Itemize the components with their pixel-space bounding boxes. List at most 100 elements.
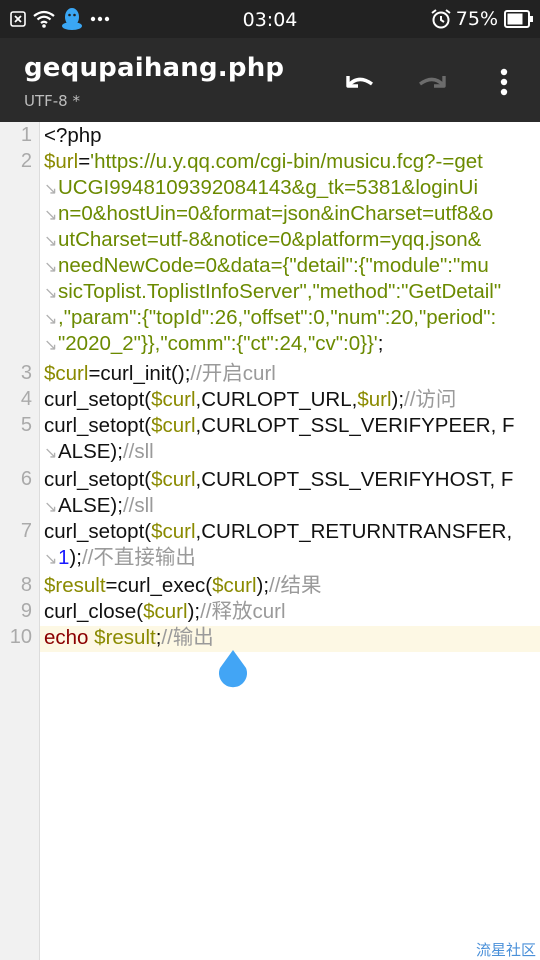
- code-text: curl_close(: [44, 600, 144, 623]
- variable: $curl: [212, 574, 257, 597]
- wrap-indicator-icon: ↘: [44, 499, 58, 516]
- variable: $curl: [151, 388, 196, 411]
- wrap-indicator-icon: ↘: [44, 445, 58, 462]
- line-number: 3: [20, 362, 32, 384]
- variable: $curl: [44, 362, 89, 385]
- variable: $result: [44, 574, 106, 597]
- alarm-icon: [431, 9, 451, 29]
- undo-icon[interactable]: [340, 62, 380, 102]
- watermark: 流星社区: [475, 941, 536, 959]
- line-number: 1: [20, 124, 32, 146]
- string-literal: ,"param":{"topId":26,"offset":0,"num":20…: [58, 306, 497, 329]
- code-line-2-wrap: ↘needNewCode=0&data={"detail":{"module":…: [44, 253, 489, 279]
- code-line-2-wrap: ↘"2020_2"}},"comm":{"ct":24,"cv":0}}';: [44, 331, 383, 357]
- keyword: echo: [44, 626, 89, 649]
- line-number: 2: [20, 150, 32, 172]
- comment: //sll: [122, 440, 154, 463]
- code-text: curl_setopt(: [44, 414, 152, 437]
- variable: $curl: [143, 600, 188, 623]
- code-line-2-wrap: ↘utCharset=utf-8&notice=0&platform=yqq.j…: [44, 227, 481, 253]
- code-text: curl_setopt(: [44, 388, 152, 411]
- variable: $curl: [151, 414, 196, 437]
- line-number: 7: [20, 520, 32, 542]
- code-text: ,CURLOPT_SSL_VERIFYPEER, F: [195, 414, 515, 437]
- wrap-indicator-icon: ↘: [44, 285, 58, 302]
- comment: //访问: [404, 388, 457, 411]
- string-literal: needNewCode=0&data={"detail":{"module":"…: [58, 254, 489, 277]
- code-text: ALSE);: [58, 440, 123, 463]
- wrap-indicator-icon: ↘: [44, 551, 58, 568]
- comment: //释放curl: [200, 600, 286, 623]
- code-line-10: echo $result;//输出: [44, 625, 214, 651]
- code-line-7-wrap: ↘1);//不直接输出: [44, 545, 196, 571]
- string-literal: UCGI9948109392084143&g_tk=5381&loginUi: [58, 176, 479, 199]
- code-text: ,CURLOPT_SSL_VERIFYHOST, F: [195, 468, 514, 491]
- line-number: 10: [9, 626, 32, 648]
- code-line-2-wrap: ↘UCGI9948109392084143&g_tk=5381&loginUi: [44, 175, 478, 201]
- code-line-8: $result=curl_exec($curl);//结果: [44, 573, 321, 599]
- code-text: );: [69, 546, 82, 569]
- code-editor[interactable]: 1 2 3 4 5 6 7 8 9 10 <?php $url='https:/…: [0, 122, 540, 960]
- comment: //输出: [161, 626, 214, 649]
- code-text: =curl_init();: [88, 362, 191, 385]
- code-text: );: [391, 388, 405, 411]
- semicolon: ;: [377, 332, 384, 355]
- text-cursor-handle[interactable]: [216, 648, 250, 688]
- code-line-3: $curl=curl_init();//开启curl: [44, 361, 276, 387]
- file-encoding: UTF-8 *: [24, 92, 80, 110]
- code-line-6: curl_setopt($curl,CURLOPT_SSL_VERIFYHOST…: [44, 467, 513, 493]
- wrap-indicator-icon: ↘: [44, 181, 58, 198]
- code-text: ALSE);: [58, 494, 123, 517]
- code-text: =curl_exec(: [105, 574, 213, 597]
- php-open-tag: <?php: [44, 124, 102, 147]
- code-line-5: curl_setopt($curl,CURLOPT_SSL_VERIFYPEER…: [44, 413, 515, 439]
- operator: =: [78, 150, 91, 173]
- wrap-indicator-icon: ↘: [44, 337, 58, 354]
- variable: $curl: [151, 520, 196, 543]
- code-line-2-wrap: ↘n=0&hostUin=0&format=json&inCharset=utf…: [44, 201, 493, 227]
- variable: $curl: [151, 468, 196, 491]
- code-line-2: $url='https://u.y.qq.com/cgi-bin/musicu.…: [44, 149, 483, 175]
- battery-icon: [504, 10, 533, 28]
- variable: $url: [357, 388, 392, 411]
- code-text: curl_setopt(: [44, 520, 152, 543]
- code-line-7: curl_setopt($curl,CURLOPT_RETURNTRANSFER…: [44, 519, 512, 545]
- variable: $result: [94, 626, 156, 649]
- app-bar: gequpaihang.php UTF-8 *: [0, 38, 540, 122]
- string-literal: n=0&hostUin=0&format=json&inCharset=utf8…: [58, 202, 494, 225]
- line-number: 9: [20, 600, 32, 622]
- string-literal: sicToplist.ToplistInfoServer","method":"…: [58, 280, 502, 303]
- battery-percent: 75%: [455, 8, 498, 30]
- code-text: curl_setopt(: [44, 468, 152, 491]
- file-title: gequpaihang.php: [24, 53, 285, 83]
- code-text: ,CURLOPT_RETURNTRANSFER,: [195, 520, 513, 543]
- wrap-indicator-icon: ↘: [44, 207, 58, 224]
- code-text: ,CURLOPT_URL,: [195, 388, 358, 411]
- wrap-indicator-icon: ↘: [44, 233, 58, 250]
- comment: //开启curl: [190, 362, 276, 385]
- comment: //结果: [269, 574, 322, 597]
- code-text: );: [256, 574, 270, 597]
- comment: //sll: [122, 494, 154, 517]
- number-literal: 1: [58, 546, 70, 569]
- code-line-4: curl_setopt($curl,CURLOPT_URL,$url);//访问: [44, 387, 456, 413]
- line-number: 8: [20, 574, 32, 596]
- code-line-9: curl_close($curl);//释放curl: [44, 599, 286, 625]
- code-line-6-wrap: ↘ALSE);//sll: [44, 493, 154, 519]
- string-literal: "2020_2"}},"comm":{"ct":24,"cv":0}}': [58, 332, 378, 355]
- code-line-2-wrap: ↘sicToplist.ToplistInfoServer","method":…: [44, 279, 501, 305]
- line-number: 6: [20, 468, 32, 490]
- code-text: );: [187, 600, 201, 623]
- code-line-1: <?php: [44, 123, 102, 149]
- comment: //不直接输出: [81, 546, 196, 569]
- redo-icon[interactable]: [412, 62, 452, 102]
- line-number: 5: [20, 414, 32, 436]
- variable: $url: [44, 150, 79, 173]
- line-number: 4: [20, 388, 32, 410]
- code-line-5-wrap: ↘ALSE);//sll: [44, 439, 154, 465]
- overflow-menu-icon[interactable]: [484, 62, 524, 102]
- status-bar: 03:04 75%: [0, 0, 540, 38]
- wrap-indicator-icon: ↘: [44, 311, 58, 328]
- string-literal: utCharset=utf-8&notice=0&platform=yqq.js…: [58, 228, 482, 251]
- code-line-2-wrap: ↘,"param":{"topId":26,"offset":0,"num":2…: [44, 305, 496, 331]
